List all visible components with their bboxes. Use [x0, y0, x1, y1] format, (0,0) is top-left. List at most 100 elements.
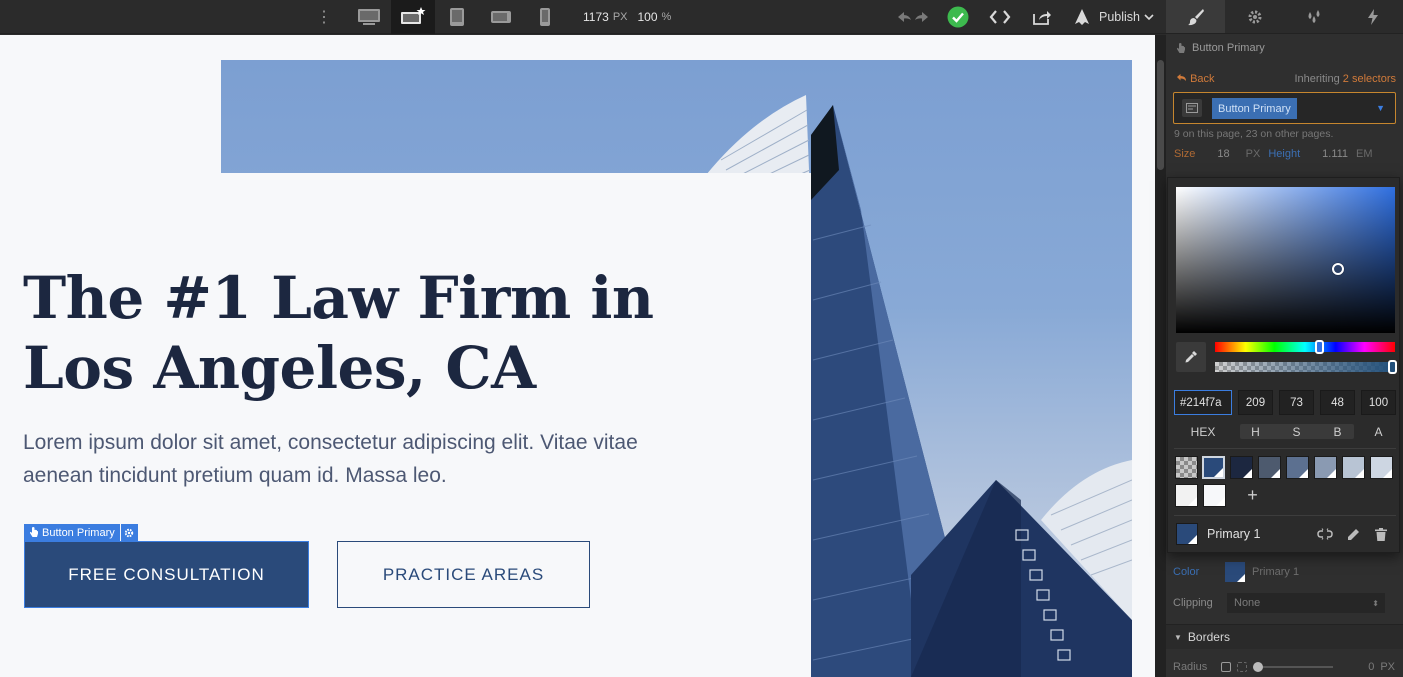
divider	[1174, 515, 1396, 516]
share-icon[interactable]	[1026, 0, 1058, 34]
clipping-label: Clipping	[1173, 597, 1213, 609]
droplets-icon	[1308, 9, 1320, 23]
scrollbar-thumb[interactable]	[1157, 60, 1164, 170]
b-label: B	[1333, 424, 1342, 439]
tab-style-manager[interactable]	[1285, 0, 1344, 33]
color-value: Primary 1	[1252, 566, 1300, 578]
pencil-icon[interactable]	[1339, 528, 1367, 541]
hue-slider-handle[interactable]	[1315, 340, 1324, 354]
saved-status-icon	[943, 0, 973, 34]
clipping-value: None	[1234, 597, 1261, 609]
free-consultation-button[interactable]: FREE CONSULTATION	[24, 541, 309, 608]
caret-down-icon: ▼	[1174, 632, 1182, 642]
swatch-item[interactable]	[1175, 484, 1198, 507]
gear-icon	[1248, 10, 1262, 23]
swatch-item[interactable]	[1286, 456, 1309, 479]
hex-input[interactable]: #214f7a	[1174, 390, 1232, 415]
trash-icon[interactable]	[1367, 527, 1395, 541]
swatch-item[interactable]	[1258, 456, 1281, 479]
selector-field[interactable]: Button Primary ▼	[1173, 92, 1396, 124]
borders-label: Borders	[1187, 630, 1230, 644]
color-label: Color	[1173, 566, 1200, 578]
inheriting-selectors-link[interactable]: 2 selectors	[1343, 73, 1396, 85]
global-swatch-row[interactable]: Primary 1	[1176, 523, 1395, 545]
selected-element-header: Button Primary	[1176, 42, 1403, 54]
practice-areas-button[interactable]: PRACTICE AREAS	[337, 541, 590, 608]
panel-tabs	[1166, 0, 1403, 34]
color-swatch[interactable]	[1225, 562, 1245, 582]
radius-slider-handle[interactable]	[1253, 662, 1264, 672]
radius-slider[interactable]	[1253, 662, 1334, 672]
selector-chip[interactable]: Button Primary	[1212, 98, 1297, 119]
mobile-portrait-icon[interactable]	[523, 0, 567, 34]
borders-section-header[interactable]: ▼ Borders	[1166, 624, 1403, 649]
size-label: Size	[1174, 148, 1196, 160]
alpha-slider-handle[interactable]	[1388, 360, 1397, 374]
swatch-item[interactable]	[1230, 456, 1253, 479]
swatch-item[interactable]	[1203, 484, 1226, 507]
eyedropper-icon[interactable]	[1176, 342, 1206, 372]
publish-button[interactable]: Publish	[1099, 0, 1154, 34]
radius-all-corners-icon[interactable]	[1221, 662, 1232, 672]
undo-redo[interactable]	[893, 0, 933, 34]
selected-element-tag[interactable]: Button Primary	[24, 524, 138, 541]
radius-unit: PX	[1380, 661, 1395, 673]
selected-element-name: Button Primary	[42, 526, 115, 539]
add-swatch-icon[interactable]: +	[1241, 484, 1264, 507]
alpha-slider[interactable]	[1215, 360, 1397, 374]
color-picker-popover: #214f7a 209 73 48 100 HEX H S B A + Prim…	[1167, 177, 1400, 553]
a-label: A	[1374, 424, 1383, 439]
back-label: Back	[1190, 73, 1215, 85]
brightness-input[interactable]: 48	[1320, 390, 1355, 415]
mobile-landscape-icon[interactable]	[479, 0, 523, 34]
saturation-input[interactable]: 73	[1279, 390, 1314, 415]
tablet-icon[interactable]	[435, 0, 479, 34]
height-unit: EM	[1356, 148, 1373, 160]
selector-dropdown-icon[interactable]: ▼	[1376, 103, 1385, 113]
more-options-icon[interactable]: ⋮	[314, 0, 334, 34]
unlink-icon[interactable]	[1311, 528, 1339, 540]
saturation-brightness-handle[interactable]	[1332, 263, 1344, 275]
canvas-size-readout: 1173 PX 100 %	[583, 0, 671, 34]
updown-icon: ⬍	[1372, 598, 1379, 608]
height-value[interactable]: 1.111	[1322, 148, 1348, 160]
swatch-transparent[interactable]	[1175, 456, 1198, 479]
desktop-large-icon[interactable]	[391, 0, 435, 34]
inheriting-prefix: Inheriting	[1294, 73, 1340, 85]
publish-label: Publish	[1099, 10, 1140, 24]
paintbrush-icon	[1187, 8, 1204, 25]
hex-label[interactable]: HEX	[1174, 424, 1232, 439]
desktop-icon[interactable]	[347, 0, 391, 34]
hero-subtitle: Lorem ipsum dolor sit amet, consectetur …	[23, 431, 638, 487]
back-arrow-icon	[1177, 74, 1186, 81]
color-row: Color Primary 1	[1173, 562, 1395, 582]
design-canvas[interactable]: The #1 Law Firm in Los Angeles, CA Lorem…	[0, 35, 1155, 677]
clipping-select[interactable]: None ⬍	[1227, 593, 1385, 613]
tab-settings[interactable]	[1225, 0, 1284, 33]
hue-input[interactable]: 209	[1238, 390, 1273, 415]
canvas-scrollbar[interactable]	[1155, 35, 1166, 677]
h-label: H	[1251, 424, 1260, 439]
swatch-item[interactable]	[1202, 456, 1225, 479]
element-settings-gear-icon[interactable]	[120, 524, 138, 541]
tab-style[interactable]	[1166, 0, 1226, 33]
swatch-item[interactable]	[1370, 456, 1393, 479]
clipping-row: Clipping None ⬍	[1173, 593, 1395, 613]
chevron-down-icon	[1144, 14, 1154, 21]
size-value[interactable]: 18	[1217, 148, 1229, 160]
code-export-icon[interactable]	[983, 0, 1017, 34]
radius-individual-corners-icon[interactable]	[1237, 662, 1248, 672]
swatch-item[interactable]	[1342, 456, 1365, 479]
swatch-item[interactable]	[1314, 456, 1337, 479]
undo-redo-icon[interactable]	[896, 10, 930, 24]
tab-interactions[interactable]	[1344, 0, 1403, 33]
radius-value[interactable]: 0	[1368, 661, 1374, 673]
back-link[interactable]: Back	[1176, 73, 1215, 85]
alpha-input[interactable]: 100	[1361, 390, 1396, 415]
hand-pointer-icon	[1177, 42, 1185, 53]
typography-size-row: Size 18 PX Height 1.111 EM	[1174, 148, 1396, 160]
zoom-unit: %	[661, 11, 672, 23]
hue-slider[interactable]	[1215, 340, 1395, 354]
radius-row: Radius 0 PX	[1173, 661, 1395, 673]
saturation-brightness-field[interactable]	[1176, 187, 1395, 333]
